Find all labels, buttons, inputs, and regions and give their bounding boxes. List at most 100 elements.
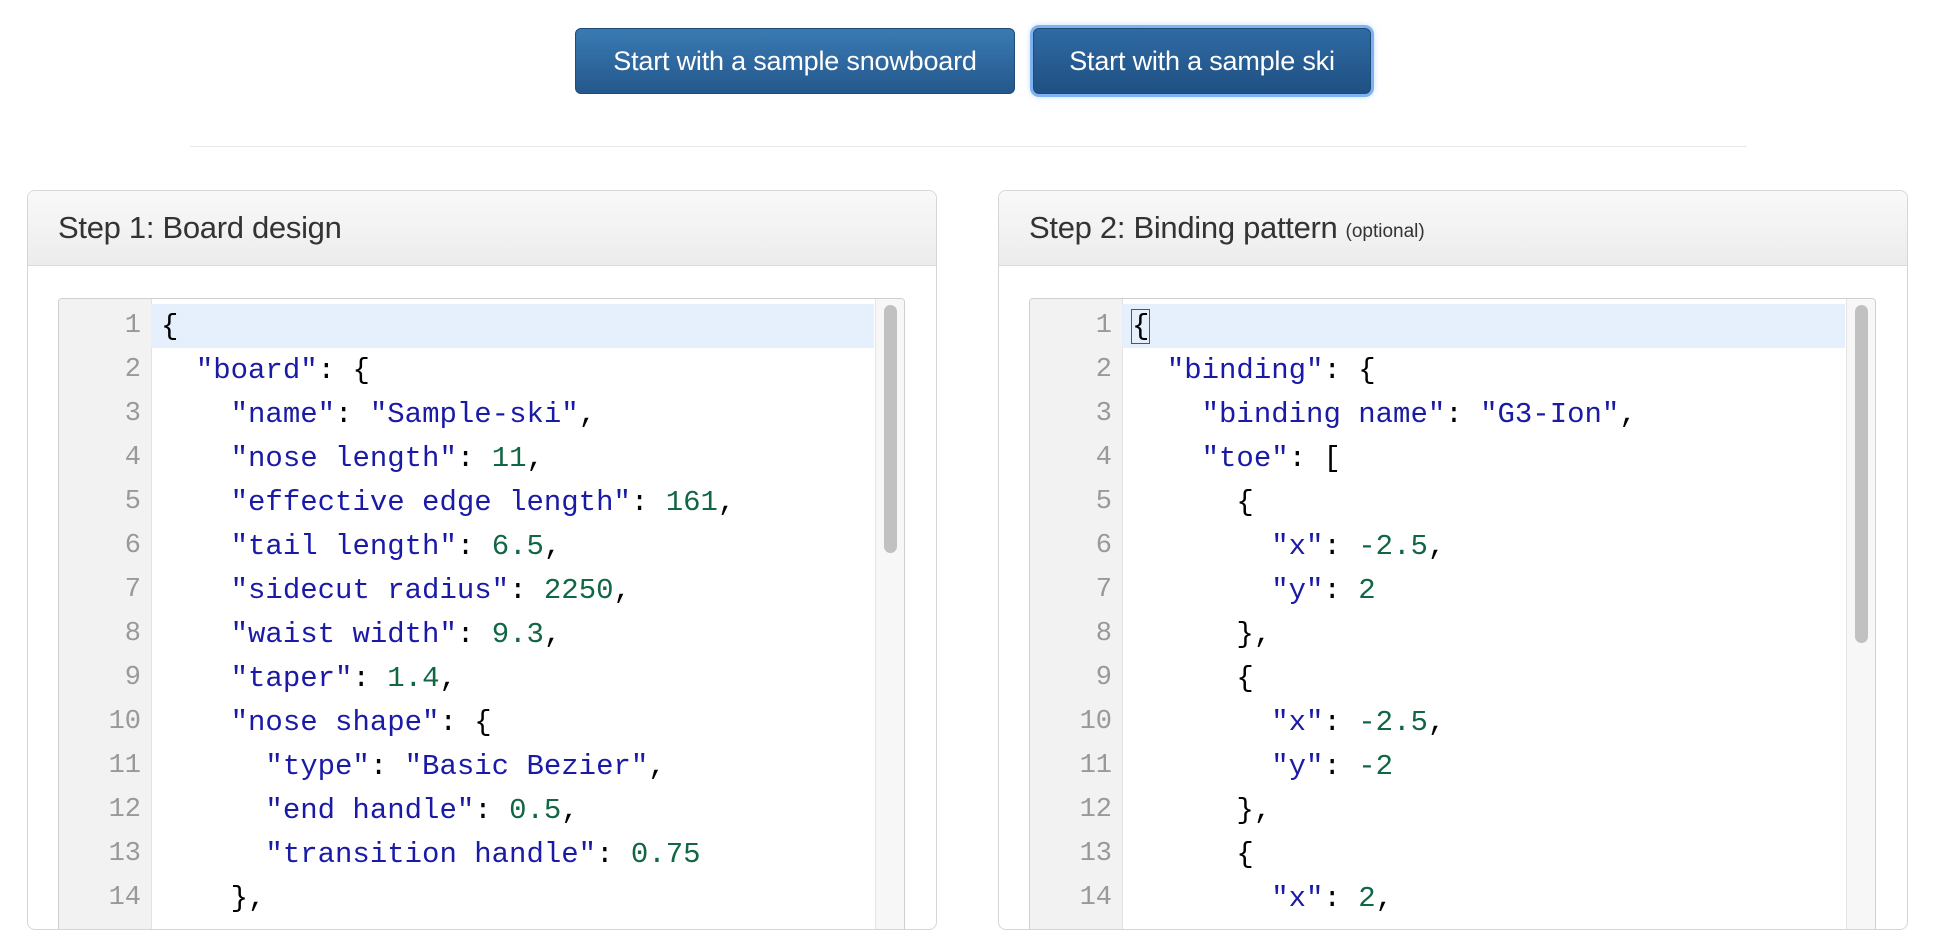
line-number: 10	[1079, 707, 1112, 737]
code-text[interactable]: },	[151, 876, 874, 920]
code-line[interactable]: 3 "name": "Sample-ski",	[59, 392, 904, 436]
code-token: "nose length"	[230, 441, 457, 475]
code-token: :	[474, 793, 510, 827]
code-line[interactable]: 2 "binding": {	[1030, 348, 1875, 392]
code-text[interactable]: "binding name": "G3-Ion",	[1122, 392, 1845, 436]
code-text[interactable]: "end handle": 0.5,	[151, 788, 874, 832]
code-line[interactable]: 3 "binding name": "G3-Ion",	[1030, 392, 1875, 436]
editor-scrollbar[interactable]	[875, 299, 904, 929]
code-token: :	[1445, 397, 1481, 431]
code-line[interactable]: 14 "x": 2,	[1030, 876, 1875, 920]
sample-ski-button[interactable]: Start with a sample ski	[1033, 28, 1371, 94]
code-line[interactable]: 12 "end handle": 0.5,	[59, 788, 904, 832]
code-text[interactable]: "sidecut radius": 2250,	[151, 568, 874, 612]
code-text[interactable]: "x": -2.5,	[1122, 700, 1845, 744]
code-text[interactable]: "x": 2,	[1122, 876, 1845, 920]
code-line[interactable]: 13 "transition handle": 0.75	[59, 832, 904, 876]
code-text[interactable]: "name": "Sample-ski",	[151, 392, 874, 436]
code-line[interactable]: 5 "effective edge length": 161,	[59, 480, 904, 524]
code-token: ,	[526, 441, 544, 475]
code-line[interactable]: 12 },	[1030, 788, 1875, 832]
scrollbar-thumb[interactable]	[884, 305, 897, 553]
code-text[interactable]: "binding": {	[1122, 348, 1845, 392]
code-text[interactable]: "y": 2	[1122, 568, 1845, 612]
code-token: -2.5	[1358, 529, 1428, 563]
binding-pattern-header: Step 2: Binding pattern (optional)	[999, 191, 1907, 266]
code-text[interactable]: "nose shape": {	[151, 700, 874, 744]
code-text[interactable]: "nose length": 11,	[151, 436, 874, 480]
code-token: :	[630, 485, 666, 519]
code-text[interactable]: "type": "Basic Bezier",	[151, 744, 874, 788]
code-line[interactable]: 1{	[1030, 304, 1875, 348]
code-token: "effective edge length"	[230, 485, 631, 519]
code-token: "sidecut radius"	[230, 573, 510, 607]
code-line[interactable]: 11 "type": "Basic Bezier",	[59, 744, 904, 788]
code-line[interactable]: 5 {	[1030, 480, 1875, 524]
code-text[interactable]: "tail length": 6.5,	[151, 524, 874, 568]
code-token: "binding"	[1166, 353, 1324, 387]
code-token: 2	[1358, 881, 1376, 915]
binding-pattern-panel: Step 2: Binding pattern (optional) 1{2 "…	[998, 190, 1908, 930]
code-token: ,	[578, 397, 597, 431]
code-line[interactable]: 10 "x": -2.5,	[1030, 700, 1875, 744]
binding-pattern-editor[interactable]: 1{2 "binding": {3 "binding name": "G3-Io…	[1029, 298, 1876, 929]
line-number: 12	[108, 795, 141, 825]
sample-snowboard-button[interactable]: Start with a sample snowboard	[575, 28, 1015, 94]
code-line[interactable]: 11 "y": -2	[1030, 744, 1875, 788]
code-line[interactable]: 7 "y": 2	[1030, 568, 1875, 612]
code-line[interactable]: 2 "board": {	[59, 348, 904, 392]
code-token: },	[1132, 617, 1272, 651]
code-line[interactable]: 1{	[59, 304, 904, 348]
line-number: 13	[108, 839, 141, 869]
code-text[interactable]: "taper": 1.4,	[151, 656, 874, 700]
code-text[interactable]: {	[1122, 656, 1845, 700]
code-line[interactable]: 6 "x": -2.5,	[1030, 524, 1875, 568]
line-number: 10	[108, 707, 141, 737]
code-token: ,	[543, 617, 562, 651]
line-number: 6	[1095, 531, 1112, 561]
code-text[interactable]: "toe": [	[1122, 436, 1845, 480]
code-text[interactable]: {	[1122, 480, 1845, 524]
code-text[interactable]: "waist width": 9.3,	[151, 612, 874, 656]
code-line[interactable]: 9 {	[1030, 656, 1875, 700]
editor-scrollbar[interactable]	[1846, 299, 1875, 929]
code-line[interactable]: 13 {	[1030, 832, 1875, 876]
code-token: {	[1132, 485, 1254, 519]
code-text[interactable]: {	[151, 304, 874, 348]
code-line[interactable]: 4 "toe": [	[1030, 436, 1875, 480]
code-line[interactable]: 6 "tail length": 6.5,	[59, 524, 904, 568]
board-design-editor[interactable]: 1{2 "board": {3 "name": "Sample-ski", 4 "…	[58, 298, 905, 929]
code-text[interactable]: "board": {	[151, 348, 874, 392]
code-text[interactable]: "x": -2.5,	[1122, 524, 1845, 568]
code-text[interactable]: "transition handle": 0.75	[151, 832, 874, 876]
code-token: : {	[317, 353, 370, 387]
code-text[interactable]: },	[1122, 612, 1845, 656]
line-number: 9	[124, 663, 141, 693]
code-line[interactable]: 8 },	[1030, 612, 1875, 656]
code-text[interactable]: {	[1122, 832, 1845, 876]
code-line[interactable]: 10 "nose shape": {	[59, 700, 904, 744]
code-token: ,	[1619, 397, 1637, 431]
code-token: 11	[491, 441, 527, 475]
code-token: "transition handle"	[265, 837, 597, 871]
scrollbar-thumb[interactable]	[1855, 305, 1868, 643]
code-text[interactable]: "y": -2	[1122, 744, 1845, 788]
code-line[interactable]: 7 "sidecut radius": 2250,	[59, 568, 904, 612]
sample-buttons: Start with a sample snowboard Start with…	[0, 28, 1946, 94]
code-line[interactable]: 14 },	[59, 876, 904, 920]
line-number: 14	[1079, 883, 1112, 913]
code-token: "tail length"	[230, 529, 457, 563]
code-line[interactable]: 9 "taper": 1.4,	[59, 656, 904, 700]
code-text[interactable]: {	[1122, 304, 1845, 348]
line-number: 2	[124, 355, 141, 385]
code-text[interactable]: "effective edge length": 161,	[151, 480, 874, 524]
code-line[interactable]: 4 "nose length": 11,	[59, 436, 904, 480]
code-token: 2	[1358, 573, 1376, 607]
code-token: {	[1130, 308, 1151, 344]
code-lines: 1{2 "board": {3 "name": "Sample-ski", 4 "…	[59, 304, 904, 920]
code-text[interactable]: },	[1122, 788, 1845, 832]
code-line[interactable]: 8 "waist width": 9.3,	[59, 612, 904, 656]
